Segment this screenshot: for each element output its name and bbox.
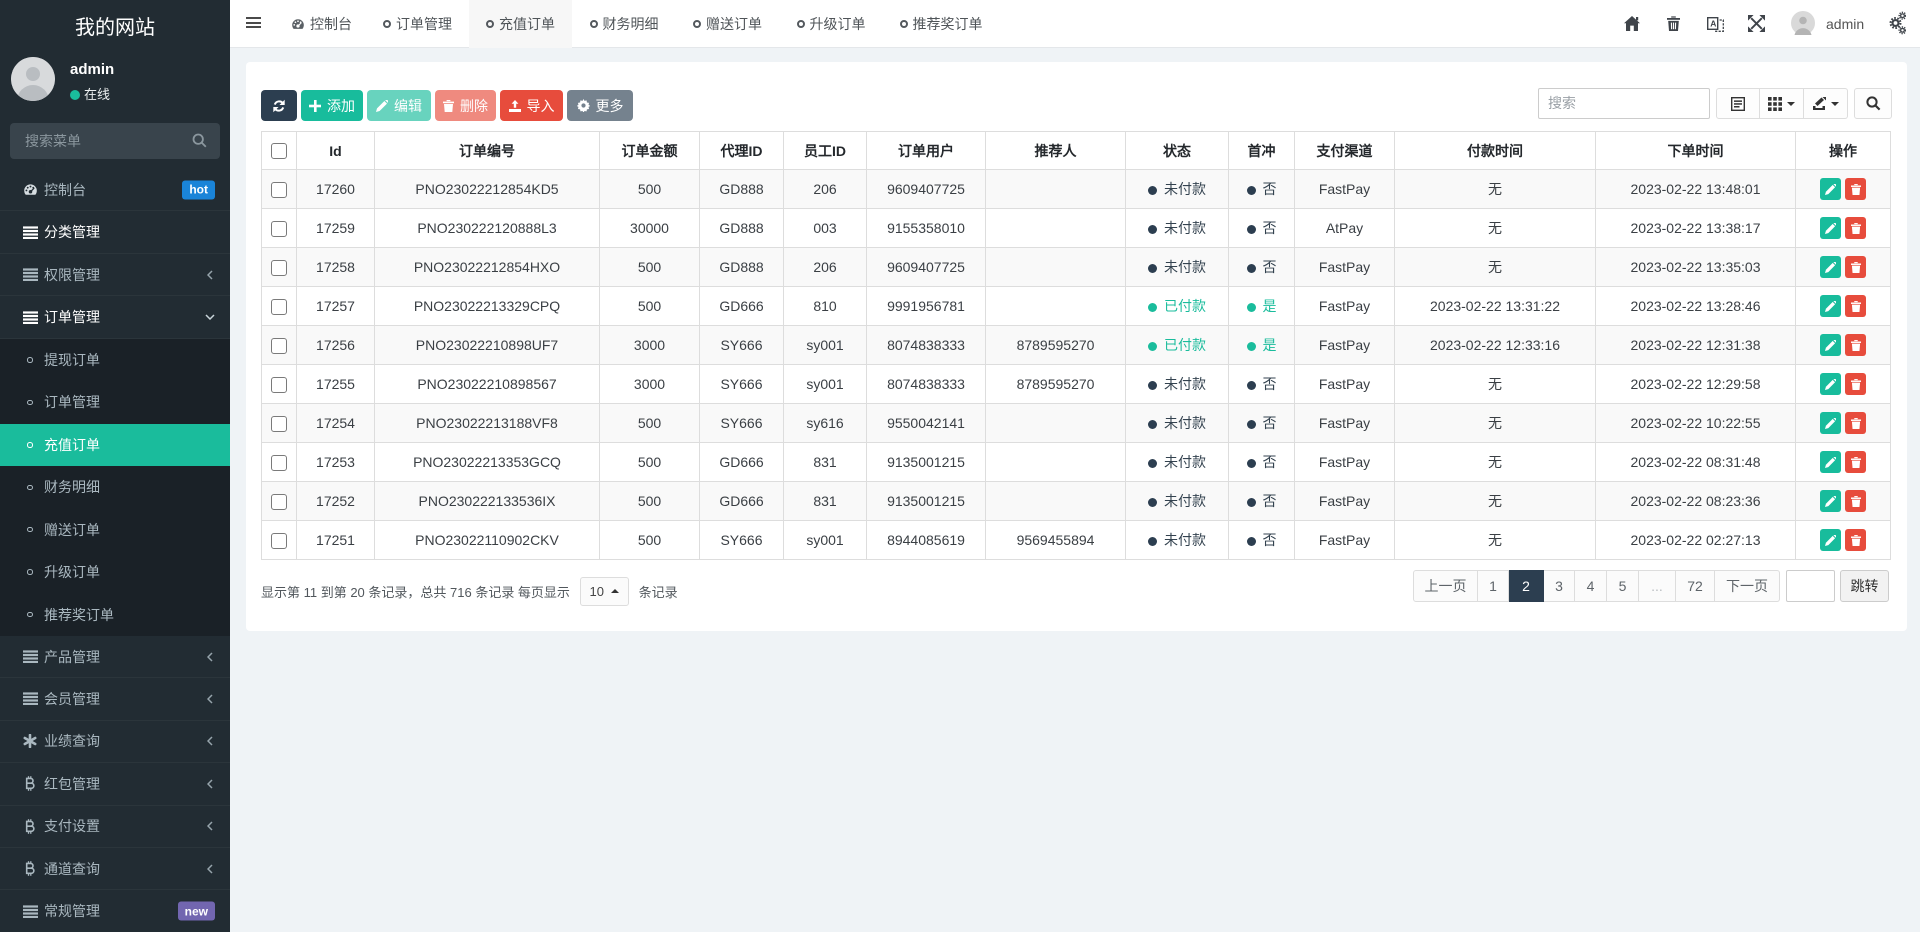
svg-text:A: A: [1710, 19, 1716, 29]
